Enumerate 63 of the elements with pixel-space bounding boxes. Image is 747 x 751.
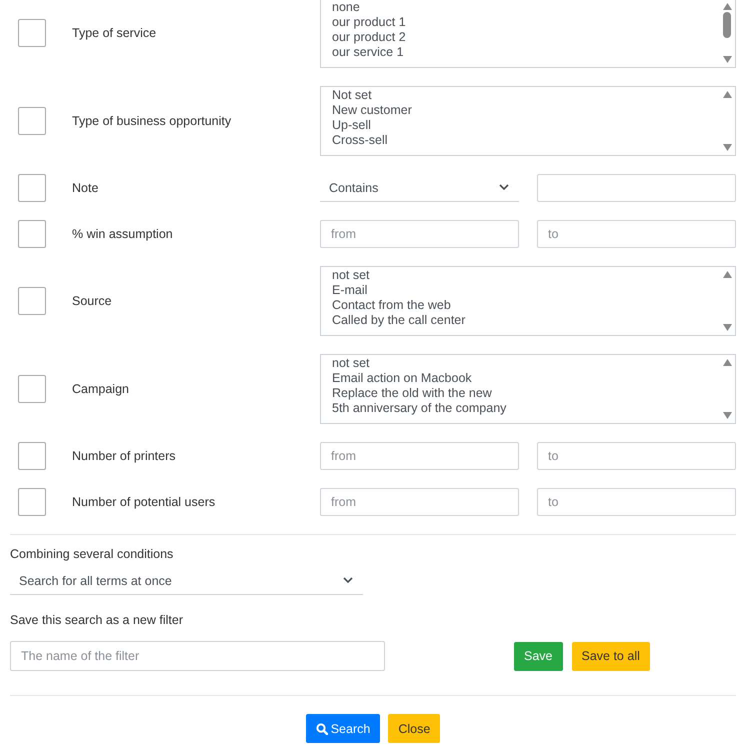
to-field[interactable]: to xyxy=(537,442,736,470)
search-button[interactable]: Search xyxy=(306,714,380,743)
scroll-down-icon xyxy=(722,56,732,63)
scrollbar-thumb xyxy=(723,12,731,38)
checkbox[interactable] xyxy=(18,220,46,248)
list-option[interactable]: 5th anniversary of the company xyxy=(332,401,708,416)
operator-select[interactable]: Contains xyxy=(320,174,519,202)
list-box[interactable]: none our product 1 our product 2 our service 1 xyxy=(320,0,736,68)
list-box[interactable]: Not set New customer Up-sell Cross-sell xyxy=(320,86,736,156)
filter-label: Source xyxy=(72,294,113,308)
from-field[interactable]: from xyxy=(320,442,519,470)
to-field[interactable]: to xyxy=(537,220,736,248)
filter-label: Type of business opportunity xyxy=(72,114,232,128)
list-box[interactable]: not set E-mail Contact from the web Called by the call center xyxy=(320,266,736,336)
list-option[interactable]: Not set xyxy=(332,88,708,103)
filter-label: Type of service xyxy=(72,26,158,40)
list-option[interactable]: our service 1 xyxy=(332,45,708,60)
scroll-down-icon xyxy=(722,324,732,331)
filter-label: Campaign xyxy=(72,382,130,396)
search-icon xyxy=(316,722,328,734)
from-field[interactable]: from xyxy=(320,220,519,248)
filter-label: Number of printers xyxy=(72,449,177,463)
scroll-down-icon xyxy=(722,144,732,151)
chevron-down-icon xyxy=(499,184,509,191)
list-option[interactable]: Up-sell xyxy=(332,118,708,133)
list-option[interactable]: our product 1 xyxy=(332,15,708,30)
checkbox[interactable] xyxy=(18,107,46,135)
checkbox[interactable] xyxy=(18,19,46,47)
combine-select[interactable]: Search for all terms at once xyxy=(10,567,363,595)
checkbox[interactable] xyxy=(18,174,46,202)
list-option[interactable]: Called by the call center xyxy=(332,313,708,328)
scroll-up-icon xyxy=(722,359,732,366)
filter-label: % win assumption xyxy=(72,227,174,241)
list-option[interactable]: Cross-sell xyxy=(332,133,708,148)
list-option[interactable]: Email action on Macbook xyxy=(332,371,708,386)
checkbox[interactable] xyxy=(18,287,46,315)
list-option[interactable]: New customer xyxy=(332,103,708,118)
list-option[interactable]: Contact from the web xyxy=(332,298,708,313)
checkbox[interactable] xyxy=(18,442,46,470)
to-field[interactable]: to xyxy=(537,488,736,516)
checkbox[interactable] xyxy=(18,375,46,403)
text-field[interactable] xyxy=(537,174,736,202)
scroll-up-icon xyxy=(722,3,732,10)
chevron-down-icon xyxy=(343,577,353,584)
filter-name-field[interactable]: The name of the filter xyxy=(10,641,385,671)
section-label: Save this search as a new filter xyxy=(10,613,184,627)
list-option[interactable]: E-mail xyxy=(332,283,708,298)
scroll-up-icon xyxy=(722,91,732,98)
list-option[interactable]: our product 2 xyxy=(332,30,708,45)
save-to-all-button[interactable]: Save to all xyxy=(572,642,650,670)
list-option[interactable]: Replace the old with the new xyxy=(332,386,708,401)
list-option[interactable]: not set xyxy=(332,356,708,371)
section-label: Combining several conditions xyxy=(10,547,174,561)
scroll-up-icon xyxy=(722,271,732,278)
from-field[interactable]: from xyxy=(320,488,519,516)
filter-label: Note xyxy=(72,181,100,195)
list-box[interactable]: not set Email action on Macbook Replace the old with the new 5th anniversary of the company xyxy=(320,354,736,424)
filter-label: Number of potential users xyxy=(72,495,216,509)
scroll-down-icon xyxy=(722,412,732,419)
checkbox[interactable] xyxy=(18,488,46,516)
list-option[interactable]: none xyxy=(332,0,708,15)
close-button[interactable]: Close xyxy=(388,714,440,743)
list-option[interactable]: not set xyxy=(332,268,708,283)
